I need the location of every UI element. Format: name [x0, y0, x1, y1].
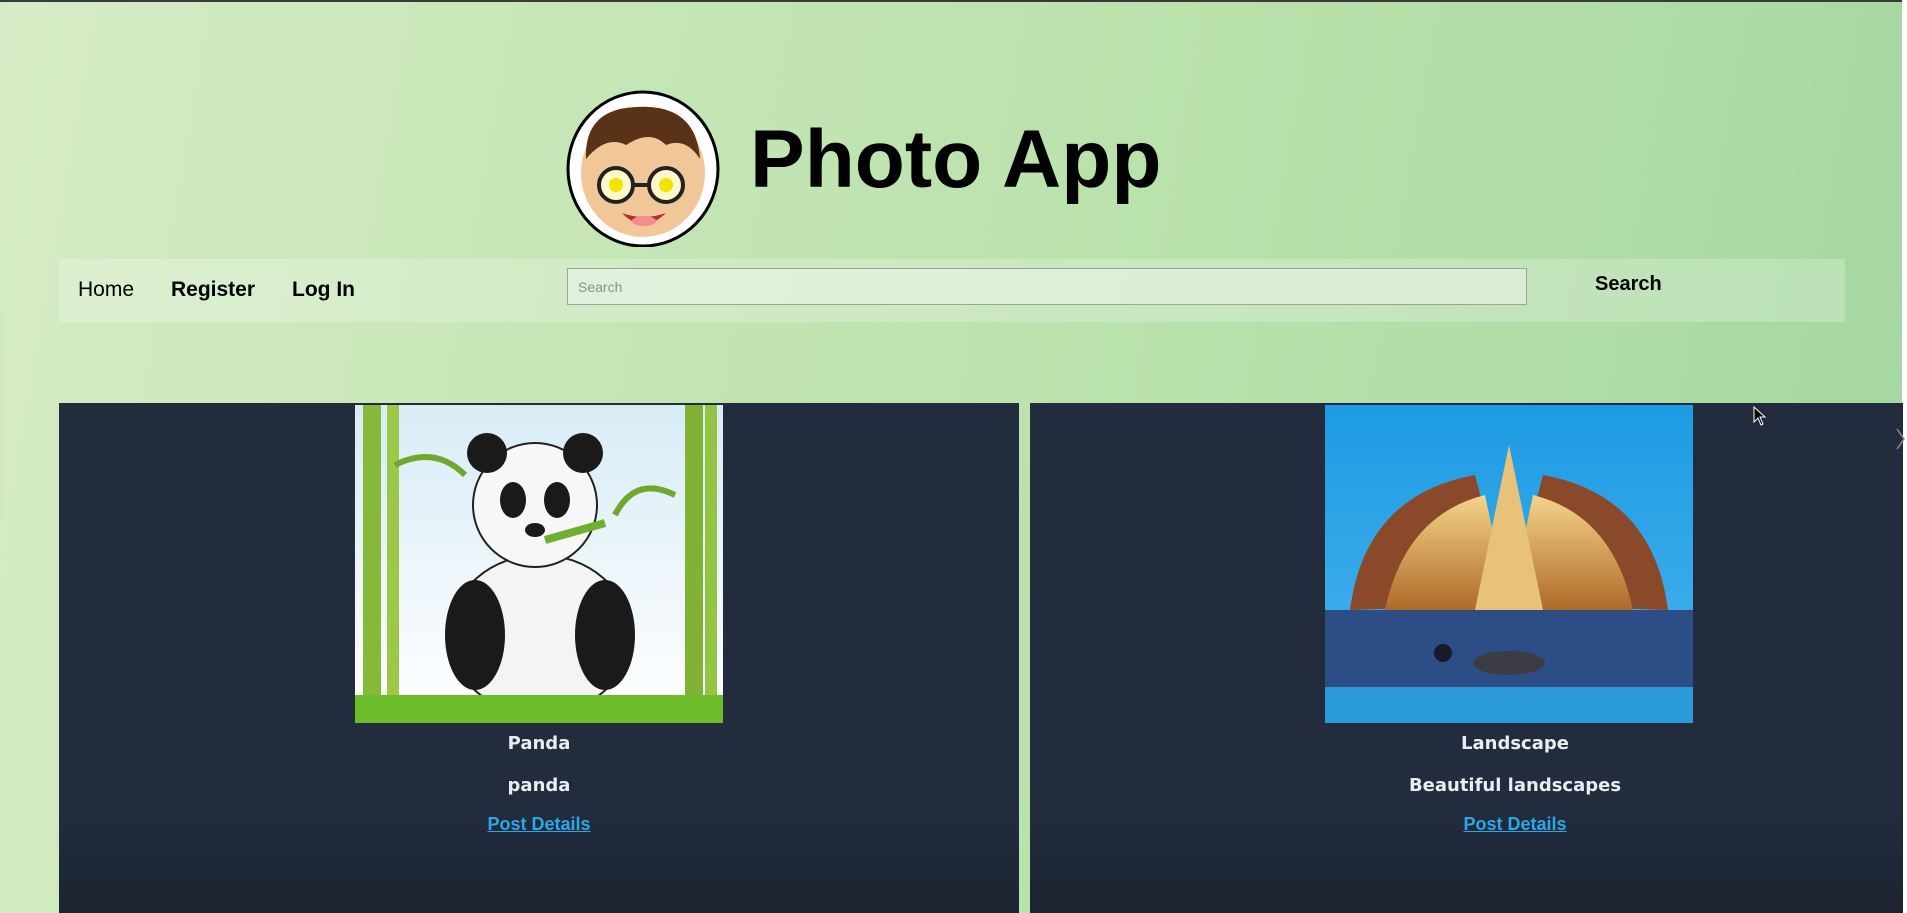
post-description: Beautiful landscapes: [1408, 775, 1622, 796]
nav-home-link[interactable]: Home: [78, 278, 134, 302]
post-details-link[interactable]: Post Details: [487, 814, 590, 834]
post-card: Landscape Beautiful landscapes Post Deta…: [1030, 403, 1903, 913]
panda-photo-image: [355, 405, 723, 723]
nav-register-link[interactable]: Register: [171, 278, 255, 302]
post-details-link[interactable]: Post Details: [1463, 814, 1566, 834]
logo-avatar-icon: [566, 89, 720, 248]
app-title: Photo App: [750, 114, 1162, 205]
navbar: Home Register Log In Search: [59, 259, 1845, 322]
search-input[interactable]: [567, 268, 1527, 305]
search-button[interactable]: Search: [1595, 273, 1662, 296]
carousel-next-arrow-icon[interactable]: [1896, 428, 1906, 450]
post-details-link-wrap: Post Details: [59, 814, 1019, 835]
window-top-border: [0, 0, 1907, 2]
post-description: panda: [507, 775, 571, 796]
mouse-cursor-icon: [1753, 405, 1767, 426]
post-title: Landscape: [1461, 733, 1569, 754]
post-details-link-wrap: Post Details: [1030, 814, 1907, 835]
nav-login-link[interactable]: Log In: [292, 278, 355, 302]
post-card: Panda panda Post Details: [59, 403, 1019, 913]
monument-landscape-photo-image: [1325, 405, 1693, 723]
post-title: Panda: [507, 733, 571, 754]
